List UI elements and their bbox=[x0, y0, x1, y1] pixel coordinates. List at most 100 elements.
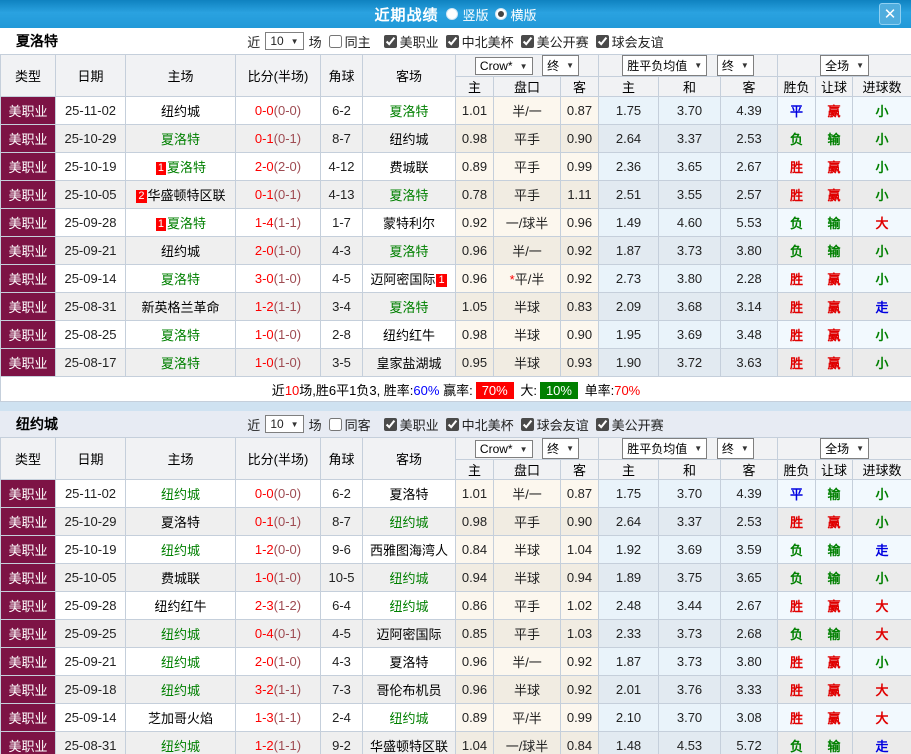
away-team-cell: 夏洛特 bbox=[362, 96, 456, 125]
full-time-score: 2-3 bbox=[254, 598, 274, 613]
mean-draw-cell: 3.72 bbox=[658, 348, 722, 377]
league-checkbox[interactable] bbox=[383, 34, 397, 48]
full-time-score: 0-1 bbox=[254, 187, 274, 202]
half-time-score: (1-0) bbox=[273, 243, 302, 258]
league-type-cell: 美职业 bbox=[0, 208, 56, 237]
home-team-cell: 夏洛特 bbox=[125, 507, 236, 536]
away-team-cell: 纽约城 bbox=[362, 563, 456, 592]
league-type-cell: 美职业 bbox=[0, 619, 56, 648]
handicap-result-cell: 输 bbox=[815, 619, 854, 648]
goals-result-cell: 大 bbox=[852, 619, 911, 648]
same-home-checkbox[interactable] bbox=[328, 34, 342, 48]
league-checkbox[interactable] bbox=[445, 417, 459, 431]
half-time-score: (1-0) bbox=[273, 327, 302, 342]
handicap-cell: 平手 bbox=[493, 180, 561, 209]
date-cell: 25-09-21 bbox=[55, 647, 126, 676]
date-cell: 25-09-25 bbox=[55, 619, 126, 648]
home-team-cell: 夏洛特 bbox=[125, 264, 236, 293]
score-cell: 0-1(0-1) bbox=[235, 180, 321, 209]
away-team-cell: 夏洛特 bbox=[362, 180, 456, 209]
radio-vertical[interactable] bbox=[446, 8, 459, 20]
games-label: 场 bbox=[308, 417, 322, 433]
mean-away-cell: 2.67 bbox=[720, 152, 779, 181]
full-match-select[interactable]: 全场 ▼ bbox=[820, 438, 870, 459]
corner-cell: 6-2 bbox=[320, 96, 363, 125]
score-cell: 0-4(0-1) bbox=[235, 619, 321, 648]
mean-home-cell: 2.51 bbox=[598, 180, 660, 209]
date-cell: 25-08-31 bbox=[55, 292, 126, 321]
league-checkbox[interactable] bbox=[520, 417, 534, 431]
bookmaker-select[interactable]: Crow* ▼ bbox=[474, 57, 533, 75]
handicap-result-cell: 输 bbox=[815, 479, 854, 508]
mean-home-cell: 1.75 bbox=[598, 96, 660, 125]
league-type-cell: 美职业 bbox=[0, 675, 56, 704]
away-odds-cell: 1.02 bbox=[559, 591, 600, 620]
full-time-score: 0-4 bbox=[254, 626, 274, 641]
odds-stage-select[interactable]: 终 ▼ bbox=[542, 438, 580, 459]
home-odds-cell: 0.98 bbox=[455, 124, 494, 153]
games-label: 场 bbox=[308, 34, 322, 50]
score-cell: 0-0(0-0) bbox=[235, 96, 321, 125]
rank-badge: 1 bbox=[155, 162, 167, 175]
mean-draw-cell: 3.70 bbox=[658, 96, 722, 125]
league-checkbox[interactable] bbox=[595, 417, 609, 431]
odds-stage-select[interactable]: 终 ▼ bbox=[542, 55, 580, 76]
date-cell: 25-09-28 bbox=[55, 591, 126, 620]
mean-draw-cell: 3.76 bbox=[658, 675, 722, 704]
mean-home-cell: 1.89 bbox=[598, 563, 660, 592]
league-type-cell: 美职业 bbox=[0, 264, 56, 293]
league-checkbox[interactable] bbox=[595, 34, 609, 48]
away-team-name: 夏洛特 bbox=[389, 188, 429, 203]
home-team-name: 纽约城 bbox=[160, 655, 200, 670]
titlebar: 近期战绩 竖版 横版 ✕ bbox=[0, 0, 911, 28]
bookmaker-select[interactable]: Crow* ▼ bbox=[474, 440, 533, 458]
league-checkbox[interactable] bbox=[520, 34, 534, 48]
radio-horizontal[interactable] bbox=[494, 8, 507, 20]
match-row: 美职业 25-09-28 1 夏洛特 1-4(1-1) 1-7 蒙特利尔 0.92 一/球半 0.… bbox=[0, 208, 911, 237]
mean-stage-select[interactable]: 终 ▼ bbox=[716, 438, 754, 459]
mean-select[interactable]: 胜平负均值 ▼ bbox=[622, 55, 708, 76]
close-button[interactable]: ✕ bbox=[879, 3, 901, 25]
home-team-cell: 芝加哥火焰 bbox=[125, 703, 236, 732]
match-row: 美职业 25-08-31 纽约城 1-2(1-1) 9-2 华盛顿特区联 1.04 一/球半 0… bbox=[0, 731, 911, 754]
full-time-score: 2-0 bbox=[254, 654, 274, 669]
mean-away-cell: 2.28 bbox=[720, 264, 779, 293]
star-marker: * bbox=[509, 272, 515, 287]
corner-cell: 4-3 bbox=[320, 647, 363, 676]
league-checkbox[interactable] bbox=[445, 34, 459, 48]
away-odds-cell: 1.11 bbox=[559, 180, 600, 209]
games-count-select[interactable]: 10 ▼ bbox=[265, 32, 304, 50]
sub-goals-result: 进球数 bbox=[852, 459, 911, 480]
wdl-result-cell: 胜 bbox=[777, 703, 817, 732]
mean-away-cell: 2.67 bbox=[720, 591, 779, 620]
home-odds-cell: 0.89 bbox=[455, 703, 494, 732]
wdl-result-cell: 负 bbox=[777, 535, 817, 564]
team-title: 纽约城 bbox=[16, 416, 58, 432]
sub-mean-away: 客 bbox=[720, 76, 779, 97]
sub-handicap: 盘口 bbox=[493, 76, 561, 97]
league-checkbox[interactable] bbox=[383, 417, 397, 431]
mean-select[interactable]: 胜平负均值 ▼ bbox=[622, 438, 708, 459]
corner-cell: 4-5 bbox=[320, 264, 363, 293]
wdl-result-cell: 胜 bbox=[777, 647, 817, 676]
away-team-name: 华盛顿特区联 bbox=[369, 739, 448, 754]
full-time-score: 1-0 bbox=[254, 355, 274, 370]
full-match-select[interactable]: 全场 ▼ bbox=[820, 55, 870, 76]
score-cell: 1-0(1-0) bbox=[235, 348, 321, 377]
team-title: 夏洛特 bbox=[16, 33, 58, 49]
odds-group-header: Crow* ▼ 终 ▼ bbox=[454, 437, 600, 460]
away-team-name: 夏洛特 bbox=[389, 487, 429, 502]
sub-home-odds: 主 bbox=[455, 459, 494, 480]
mean-draw-cell: 3.44 bbox=[658, 591, 722, 620]
games-count-select[interactable]: 10 ▼ bbox=[265, 415, 304, 433]
half-time-score: (1-0) bbox=[273, 271, 302, 286]
away-odds-cell: 0.83 bbox=[559, 292, 600, 321]
mean-stage-select[interactable]: 终 ▼ bbox=[716, 55, 754, 76]
date-cell: 25-10-29 bbox=[55, 124, 126, 153]
handicap-cell: 一/球半 bbox=[493, 208, 561, 237]
home-team-cell: 2 华盛顿特区联 bbox=[125, 180, 236, 209]
handicap-cell: 半球 bbox=[493, 292, 561, 321]
same-away-checkbox[interactable] bbox=[328, 417, 342, 431]
corner-cell: 6-2 bbox=[320, 479, 363, 508]
wdl-result-cell: 胜 bbox=[777, 507, 817, 536]
